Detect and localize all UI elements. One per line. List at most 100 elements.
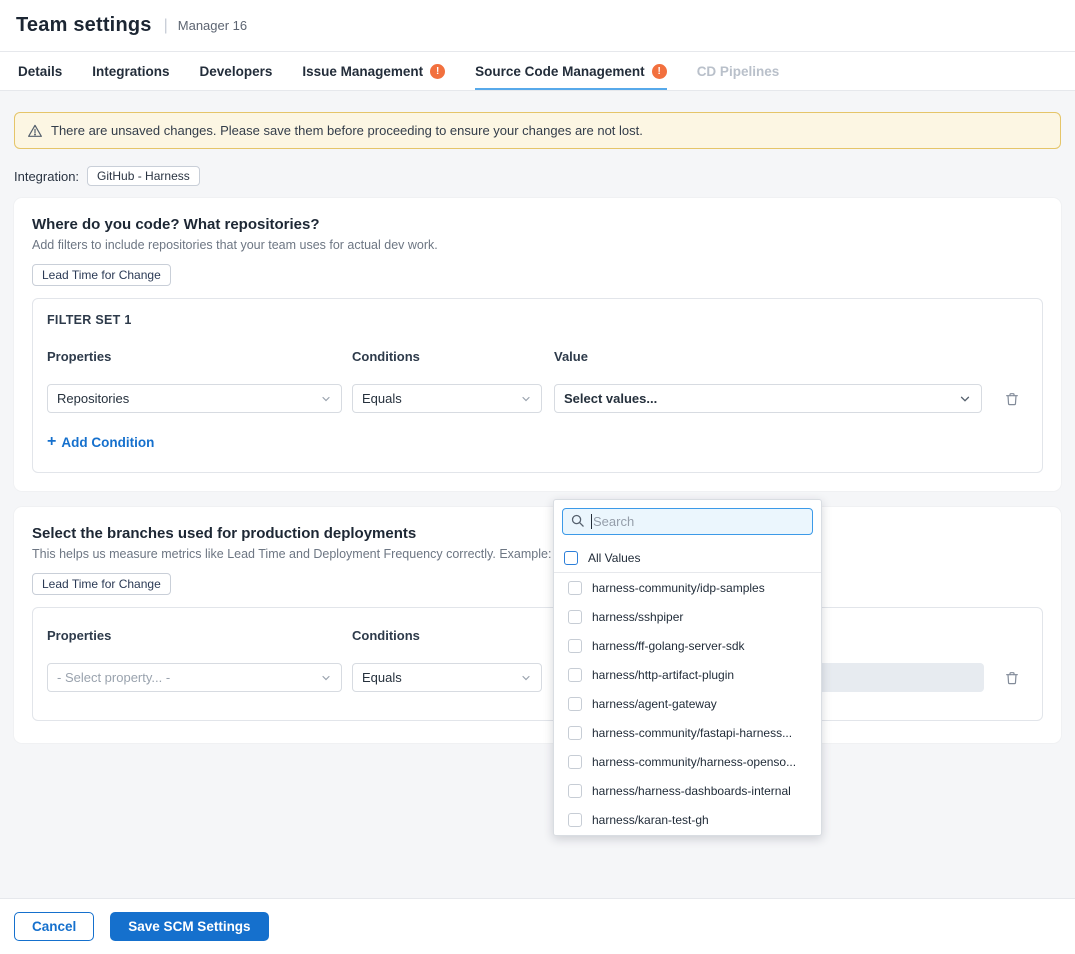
chevron-down-icon: [320, 393, 332, 405]
text-cursor: [591, 514, 592, 529]
value-dropdown-panel: All Values harness-community/idp-samples…: [553, 499, 822, 836]
banner-text: There are unsaved changes. Please save t…: [51, 123, 643, 138]
dropdown-search: [562, 508, 813, 535]
integration-label: Integration:: [14, 169, 79, 184]
checkbox-icon[interactable]: [568, 813, 582, 827]
integration-row: Integration: GitHub - Harness: [14, 166, 1061, 186]
filter-row: Repositories Equals Select values...: [47, 384, 1028, 413]
checkbox-icon[interactable]: [568, 581, 582, 595]
option-label: harness/harness-dashboards-internal: [592, 784, 791, 798]
tab-label: Details: [18, 64, 62, 79]
properties-select[interactable]: - Select property... -: [47, 663, 342, 692]
option-label: harness-community/fastapi-harness...: [592, 726, 792, 740]
integration-chip[interactable]: GitHub - Harness: [87, 166, 200, 186]
option-label: harness/karan-test-gh: [592, 813, 709, 827]
tab-label: Source Code Management: [475, 64, 645, 79]
chevron-down-icon: [958, 392, 972, 406]
chevron-down-icon: [520, 672, 532, 684]
chevron-down-icon: [520, 393, 532, 405]
option-row-clipped[interactable]: harness/...: [554, 834, 821, 836]
alert-badge-icon: !: [652, 64, 667, 79]
properties-select-value: Repositories: [57, 391, 129, 406]
filter-column-labels: Properties Conditions: [47, 628, 1028, 643]
option-all-values[interactable]: All Values: [554, 543, 821, 572]
page-header: Team settings | Manager 16: [0, 0, 1075, 52]
checkbox-icon[interactable]: [568, 697, 582, 711]
add-condition-button[interactable]: + Add Condition: [47, 434, 154, 450]
cancel-button[interactable]: Cancel: [14, 912, 94, 941]
filter-row: - Select property... - Equals: [47, 663, 1028, 692]
option-row[interactable]: harness-community/fastapi-harness...: [554, 718, 821, 747]
repositories-card: Where do you code? What repositories? Ad…: [14, 198, 1061, 491]
option-row[interactable]: harness-community/idp-samples: [554, 573, 821, 602]
option-row[interactable]: harness-community/harness-openso...: [554, 747, 821, 776]
value-select-placeholder: Select values...: [564, 391, 657, 406]
plus-icon: +: [47, 434, 56, 450]
conditions-select-value: Equals: [362, 391, 402, 406]
conditions-select[interactable]: Equals: [352, 384, 542, 413]
warning-icon: [27, 123, 43, 139]
checkbox-icon[interactable]: [568, 610, 582, 624]
option-row[interactable]: harness/sshpiper: [554, 602, 821, 631]
option-row[interactable]: harness/harness-dashboards-internal: [554, 776, 821, 805]
lead-time-badge: Lead Time for Change: [32, 573, 171, 595]
unsaved-changes-banner: There are unsaved changes. Please save t…: [14, 112, 1061, 149]
tab-label: Issue Management: [302, 64, 423, 79]
branches-filter-set: Properties Conditions - Select property.…: [32, 607, 1043, 721]
option-label: harness-community/idp-samples: [592, 581, 765, 595]
checkbox-icon[interactable]: [568, 668, 582, 682]
conditions-select[interactable]: Equals: [352, 663, 542, 692]
tab-label: Developers: [200, 64, 273, 79]
checkbox-icon[interactable]: [564, 551, 578, 565]
lead-time-badge: Lead Time for Change: [32, 264, 171, 286]
tab-issue-management[interactable]: Issue Management !: [302, 52, 445, 90]
repositories-card-subtitle: Add filters to include repositories that…: [32, 238, 1043, 252]
properties-column-label: Properties: [47, 349, 342, 364]
properties-select-placeholder: - Select property... -: [57, 670, 170, 685]
chevron-down-icon: [320, 672, 332, 684]
tab-developers[interactable]: Developers: [200, 52, 273, 90]
trash-icon: [1004, 391, 1020, 407]
save-scm-settings-button[interactable]: Save SCM Settings: [110, 912, 268, 941]
title-separator: |: [164, 17, 168, 35]
page-subtitle: Manager 16: [178, 18, 247, 33]
branches-card-subtitle: This helps us measure metrics like Lead …: [32, 547, 1043, 561]
filter-set-1: FILTER SET 1 Properties Conditions Value…: [32, 298, 1043, 473]
filter-column-labels: Properties Conditions Value: [47, 349, 1028, 364]
option-label: harness/http-artifact-plugin: [592, 668, 734, 682]
option-label: harness/agent-gateway: [592, 697, 717, 711]
search-input[interactable]: [562, 508, 813, 535]
trash-icon: [1004, 670, 1020, 686]
add-condition-label: Add Condition: [61, 435, 154, 450]
filter-set-title: FILTER SET 1: [47, 313, 1028, 327]
alert-badge-icon: !: [430, 64, 445, 79]
page-title: Team settings: [16, 14, 152, 37]
search-icon: [570, 513, 585, 533]
tab-source-code-management[interactable]: Source Code Management !: [475, 52, 667, 90]
option-label: harness-community/harness-openso...: [592, 755, 796, 769]
tab-cd-pipelines: CD Pipelines: [697, 52, 780, 90]
checkbox-icon[interactable]: [568, 639, 582, 653]
option-label: harness/ff-golang-server-sdk: [592, 639, 745, 653]
option-row[interactable]: harness/http-artifact-plugin: [554, 660, 821, 689]
footer-action-bar: Cancel Save SCM Settings: [0, 898, 1075, 953]
tab-label: CD Pipelines: [697, 64, 780, 79]
checkbox-icon[interactable]: [568, 755, 582, 769]
branches-card: Select the branches used for production …: [14, 507, 1061, 743]
conditions-select-value: Equals: [362, 670, 402, 685]
option-row[interactable]: harness/ff-golang-server-sdk: [554, 631, 821, 660]
checkbox-icon[interactable]: [568, 726, 582, 740]
properties-column-label: Properties: [47, 628, 342, 643]
value-multiselect[interactable]: Select values...: [554, 384, 982, 413]
option-label: All Values: [588, 551, 640, 565]
delete-filter-button[interactable]: [1004, 391, 1020, 407]
properties-select[interactable]: Repositories: [47, 384, 342, 413]
checkbox-icon[interactable]: [568, 784, 582, 798]
tab-label: Integrations: [92, 64, 169, 79]
delete-filter-button[interactable]: [1004, 670, 1020, 686]
tab-details[interactable]: Details: [18, 52, 62, 90]
option-row[interactable]: harness/agent-gateway: [554, 689, 821, 718]
tab-integrations[interactable]: Integrations: [92, 52, 169, 90]
repositories-card-title: Where do you code? What repositories?: [32, 216, 1043, 233]
option-row[interactable]: harness/karan-test-gh: [554, 805, 821, 834]
